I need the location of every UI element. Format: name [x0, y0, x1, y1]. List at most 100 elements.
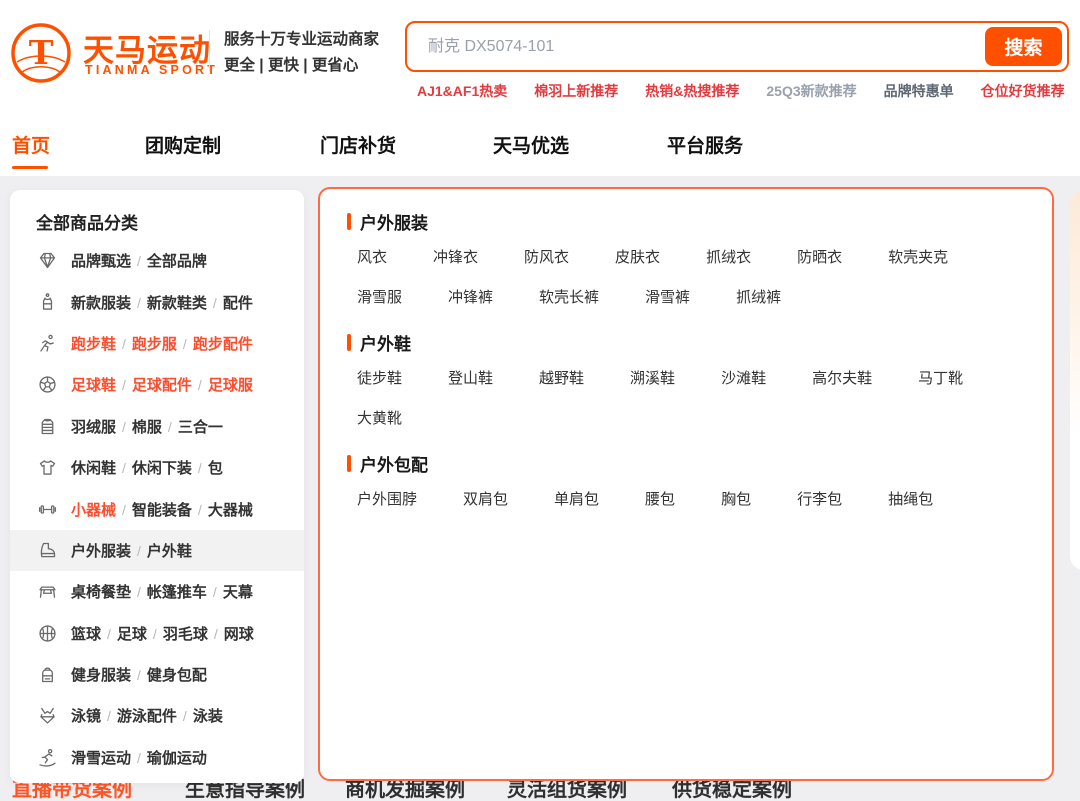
category-link[interactable]: 户外服装 — [71, 543, 131, 560]
category-link[interactable]: 智能装备 — [132, 502, 192, 519]
category-link[interactable]: 泳镜 — [71, 708, 101, 725]
category-item[interactable]: 抓绒衣 — [706, 247, 751, 268]
category-link[interactable]: 大器械 — [208, 502, 253, 519]
sidebar-item-swimming[interactable]: 泳镜/游泳配件/泳装 — [10, 695, 304, 736]
sidebar-item-down-jackets[interactable]: 羽绒服/棉服/三合一 — [10, 406, 304, 447]
category-link[interactable]: 足球服 — [208, 377, 253, 394]
tab-platform-services[interactable]: 平台服务 — [667, 131, 743, 158]
hot-link-warehouse-goods[interactable]: 仓位好货推荐 — [981, 81, 1065, 101]
category-link[interactable]: 跑步鞋 — [71, 336, 116, 353]
category-item[interactable]: 徒步鞋 — [357, 368, 402, 389]
category-link[interactable]: 跑步服 — [132, 336, 177, 353]
category-item[interactable]: 行李包 — [797, 489, 842, 510]
category-link[interactable]: 跑步配件 — [193, 336, 253, 353]
hot-link-hot-sale-search[interactable]: 热销&热搜推荐 — [645, 81, 739, 101]
category-link[interactable]: 新款服装 — [71, 295, 131, 312]
category-item[interactable]: 滑雪裤 — [645, 287, 690, 308]
slash-separator: / — [198, 502, 202, 518]
category-link[interactable]: 小器械 — [71, 502, 116, 519]
sidebar-item-running[interactable]: 跑步鞋/跑步服/跑步配件 — [10, 323, 304, 364]
category-item[interactable]: 抓绒裤 — [736, 287, 781, 308]
category-item[interactable]: 户外围脖 — [357, 489, 417, 510]
sidebar-item-brands[interactable]: 品牌甄选/全部品牌 — [10, 240, 304, 281]
slash-separator: / — [137, 750, 141, 766]
sidebar-item-gym[interactable]: 健身服装 / 健身包配 — [10, 654, 304, 695]
category-item[interactable]: 冲锋衣 — [433, 247, 478, 268]
category-item[interactable]: 双肩包 — [463, 489, 508, 510]
category-item[interactable]: 防晒衣 — [797, 247, 842, 268]
hot-link-25q3-new[interactable]: 25Q3新款推荐 — [766, 81, 856, 101]
slash-separator: / — [198, 377, 202, 393]
category-link[interactable]: 足球鞋 — [71, 377, 116, 394]
sidebar-item-casual[interactable]: 休闲鞋/休闲下装/包 — [10, 447, 304, 488]
tab-store-restock[interactable]: 门店补货 — [320, 131, 396, 158]
category-link[interactable]: 篮球 — [71, 626, 101, 643]
hot-link-aj1-af1-hot[interactable]: AJ1&AF1热卖 — [417, 81, 507, 101]
category-link[interactable]: 三合一 — [178, 419, 223, 436]
category-link[interactable]: 包 — [208, 460, 223, 477]
category-link[interactable]: 健身服装 — [71, 667, 131, 684]
category-link[interactable]: 健身包配 — [147, 667, 207, 684]
category-link[interactable]: 泳装 — [193, 708, 223, 725]
category-link[interactable]: 羽毛球 — [163, 626, 208, 643]
tab-tianma-select[interactable]: 天马优选 — [493, 131, 569, 158]
gem-icon — [36, 250, 58, 272]
category-link[interactable]: 天幕 — [223, 584, 253, 601]
search-input[interactable] — [407, 23, 982, 70]
category-link[interactable]: 羽绒服 — [71, 419, 116, 436]
category-item[interactable]: 马丁靴 — [918, 368, 963, 389]
slash-separator: / — [137, 667, 141, 683]
sidebar-item-fitness-gear[interactable]: 小器械/智能装备/大器械 — [10, 488, 304, 529]
category-item[interactable]: 溯溪鞋 — [630, 368, 675, 389]
category-link[interactable]: 户外鞋 — [147, 543, 192, 560]
sidebar-item-ski-yoga[interactable]: 滑雪运动 / 瑜伽运动 — [10, 737, 304, 778]
category-item[interactable]: 冲锋裤 — [448, 287, 493, 308]
tianma-logo-icon[interactable]: T — [10, 22, 72, 84]
sidebar-item-football[interactable]: 足球鞋 / 足球配件 / 足球服 — [10, 364, 304, 405]
category-item[interactable]: 软壳长裤 — [539, 287, 599, 308]
category-link[interactable]: 游泳配件 — [117, 708, 177, 725]
search-button[interactable]: 搜索 — [985, 27, 1062, 66]
category-link[interactable]: 配件 — [223, 295, 253, 312]
category-link[interactable]: 足球配件 — [132, 377, 192, 394]
category-item[interactable]: 胸包 — [721, 489, 751, 510]
category-item[interactable]: 软壳夹克 — [888, 247, 948, 268]
category-item[interactable]: 沙滩鞋 — [721, 368, 766, 389]
category-link[interactable]: 休闲鞋 — [71, 460, 116, 477]
category-item[interactable]: 抽绳包 — [888, 489, 933, 510]
category-link[interactable]: 帐篷推车 — [147, 584, 207, 601]
hot-link-cotton-down-new[interactable]: 棉羽上新推荐 — [534, 81, 618, 101]
category-link[interactable]: 品牌甄选 — [71, 253, 131, 270]
category-link[interactable]: 桌椅餐垫 — [71, 584, 131, 601]
category-link[interactable]: 棉服 — [132, 419, 162, 436]
category-link[interactable]: 滑雪运动 — [71, 750, 131, 767]
tab-group-buy[interactable]: 团购定制 — [145, 131, 221, 158]
sidebar-item-outdoor[interactable]: 户外服装/户外鞋 — [10, 530, 304, 571]
category-link[interactable]: 网球 — [224, 626, 254, 643]
category-link[interactable]: 新款鞋类 — [147, 295, 207, 312]
sidebar-item-ball-sports[interactable]: 篮球/足球/羽毛球/网球 — [10, 613, 304, 654]
category-item[interactable]: 滑雪服 — [357, 287, 402, 308]
category-link[interactable]: 全部品牌 — [147, 253, 207, 270]
category-item[interactable]: 防风衣 — [524, 247, 569, 268]
sidebar-item-camping[interactable]: 桌椅餐垫/帐篷推车/天幕 — [10, 571, 304, 612]
category-item[interactable]: 大黄靴 — [357, 408, 402, 429]
category-link[interactable]: 足球 — [117, 626, 147, 643]
category-item[interactable]: 单肩包 — [554, 489, 599, 510]
section-title-text: 户外服装 — [360, 209, 428, 234]
category-link[interactable]: 休闲下装 — [132, 460, 192, 477]
search-box: 搜索 — [405, 21, 1069, 72]
category-item[interactable]: 高尔夫鞋 — [812, 368, 872, 389]
category-item[interactable]: 皮肤衣 — [615, 247, 660, 268]
category-item[interactable]: 风衣 — [357, 247, 387, 268]
slash-separator: / — [183, 708, 187, 724]
category-item[interactable]: 越野鞋 — [539, 368, 584, 389]
category-item[interactable]: 腰包 — [645, 489, 675, 510]
sidebar-item-new-arrivals[interactable]: 新款服装/新款鞋类/配件 — [10, 281, 304, 322]
sidebar-item-label: 品牌甄选/全部品牌 — [71, 250, 207, 271]
tab-home[interactable]: 首页 — [12, 131, 50, 158]
category-link[interactable]: 瑜伽运动 — [147, 750, 207, 767]
hot-link-brand-deals[interactable]: 品牌特惠单 — [884, 81, 954, 101]
category-item[interactable]: 登山鞋 — [448, 368, 493, 389]
slash-separator: / — [122, 377, 126, 393]
